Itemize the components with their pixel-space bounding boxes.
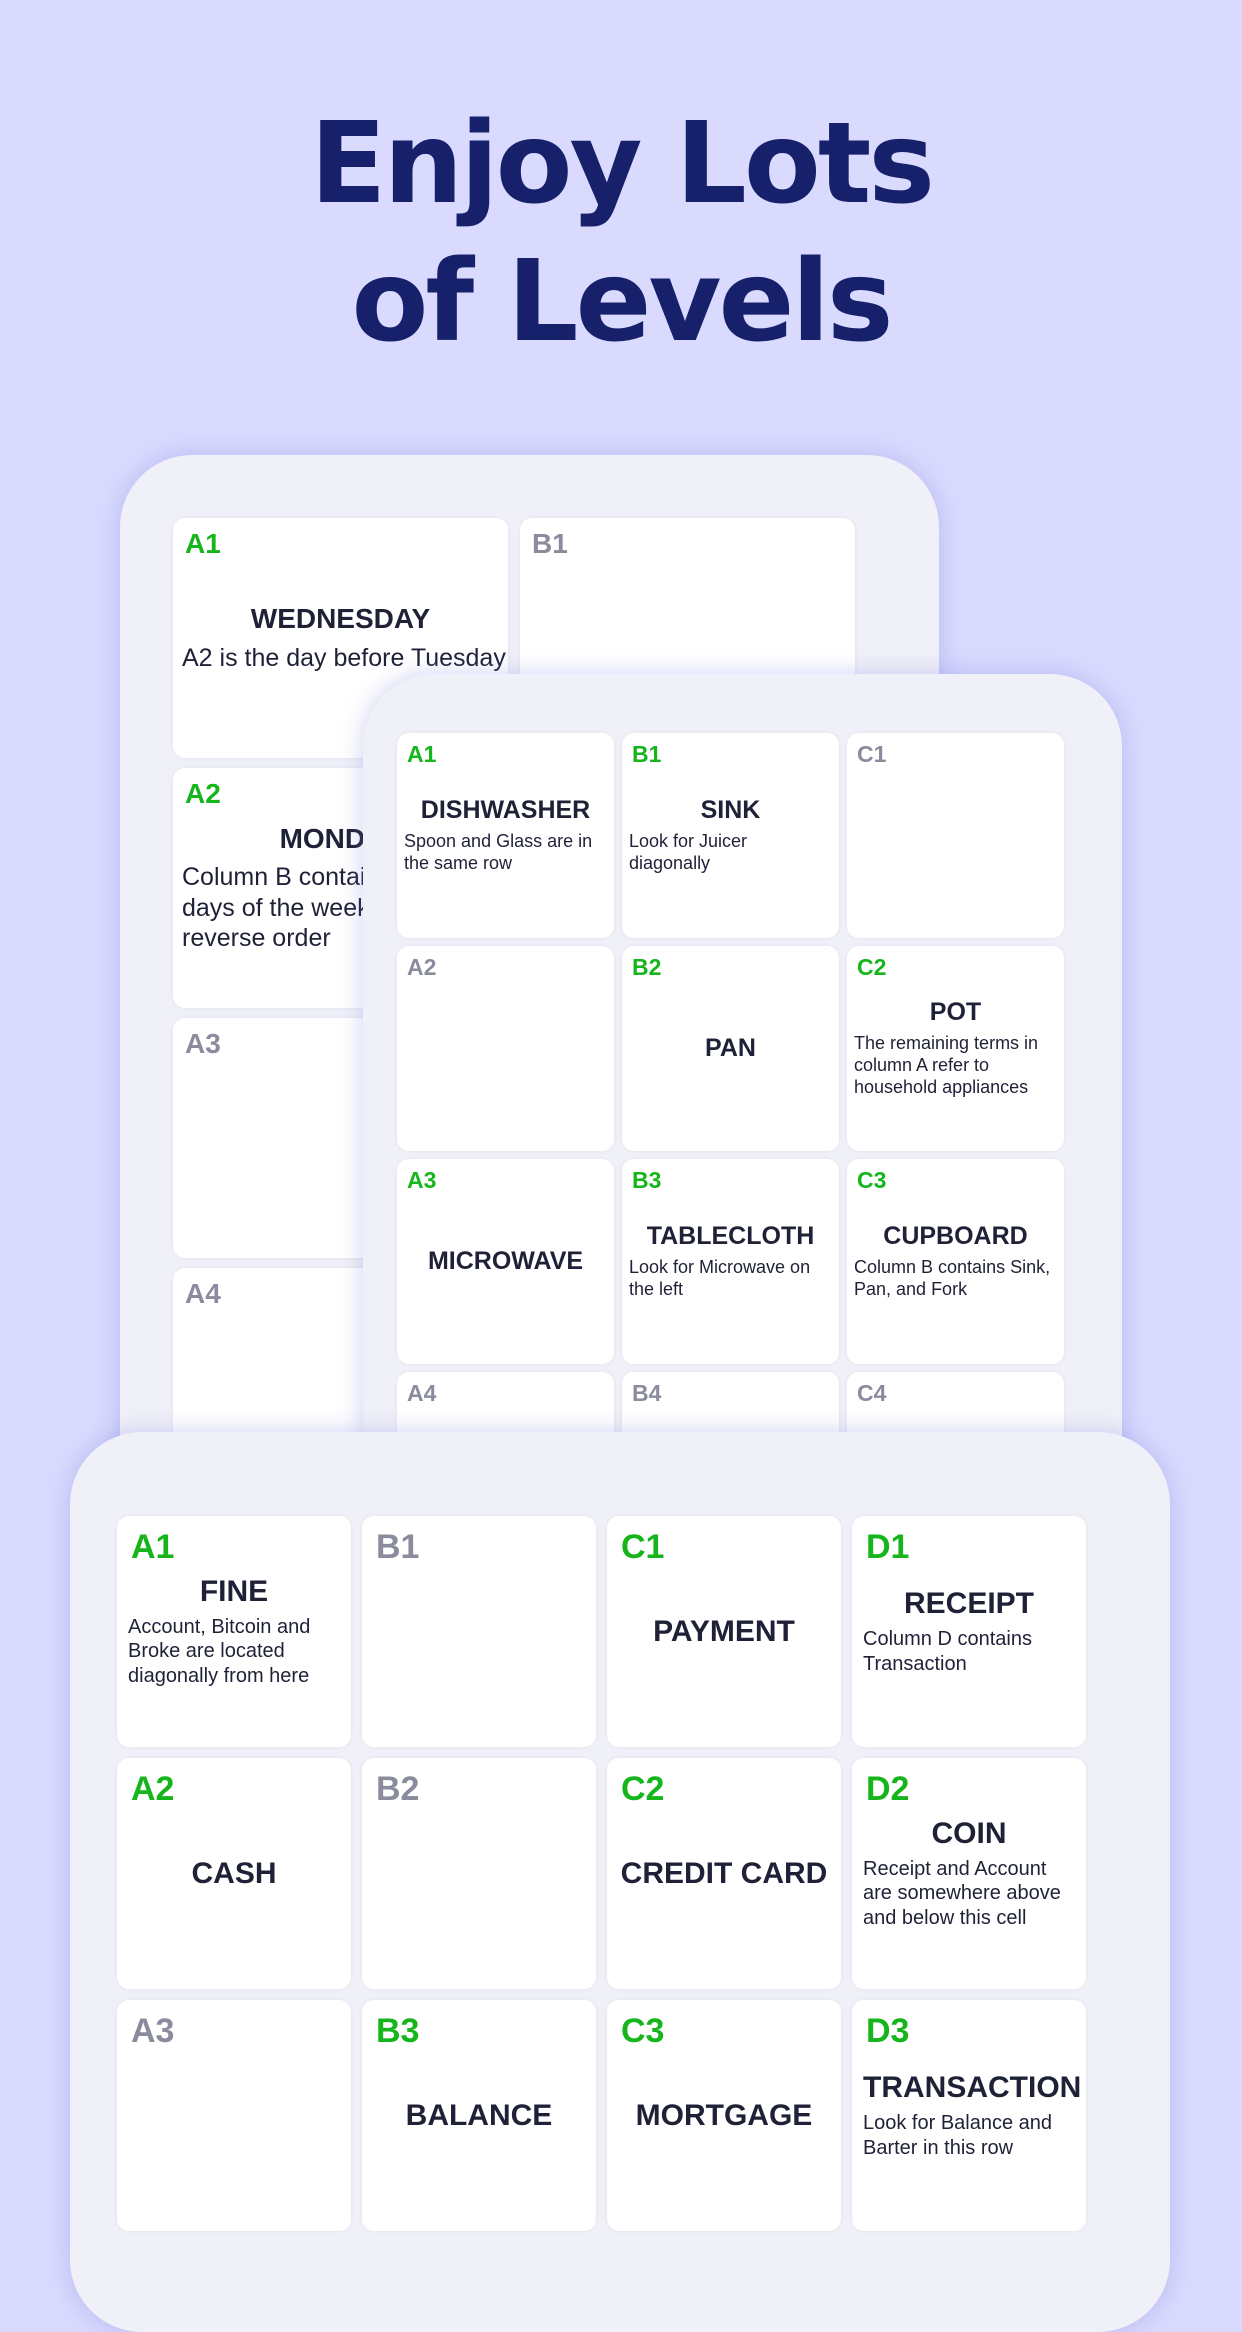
cell-label: A4 — [185, 1278, 221, 1309]
cell-word: DISHWASHER — [420, 796, 591, 825]
cell-clue: Receipt and Account are somewhere above … — [863, 1857, 1061, 1929]
cell-content: COIN Receipt and Account are somewhere ab… — [852, 1758, 1086, 1989]
cell-word: BALANCE — [405, 2098, 553, 2132]
cell-label: B1 — [376, 1528, 420, 1566]
puzzle-front-board: A1 FINE Account, Bitcoin and Broke are loc… — [70, 1432, 1170, 2332]
cell-content: MORTGAGE — [607, 2000, 841, 2231]
grid-cell-a1[interactable]: A1 FINE Account, Bitcoin and Broke are loc… — [117, 1516, 351, 1747]
cell-word: MICROWAVE — [427, 1247, 584, 1275]
cell-content: BALANCE — [362, 2000, 596, 2231]
cell-clue: Spoon and Glass are in the same row — [404, 830, 593, 873]
cell-word: WEDNESDAY — [250, 603, 431, 634]
cell-label: B4 — [632, 1380, 662, 1406]
cell-label: A4 — [407, 1380, 437, 1406]
cell-content: DISHWASHER Spoon and Glass are in the sam… — [397, 733, 614, 938]
grid-cell-c3[interactable]: C3 CUPBOARD Column B contains Sink, Pan, a… — [847, 1159, 1064, 1364]
page-title: Enjoy Lots of Levels — [0, 95, 1242, 371]
cell-word: COIN — [931, 1816, 1007, 1850]
cell-clue: Account, Bitcoin and Broke are located d… — [128, 1615, 311, 1687]
grid-cell-b2[interactable]: B2 PAN — [622, 946, 839, 1151]
grid-cell-a2[interactable]: A2 — [397, 946, 614, 1151]
cell-label: C4 — [857, 1380, 887, 1406]
grid-cell-d3[interactable]: D3 TRANSACTION Look for Balance and Barter… — [852, 2000, 1086, 2231]
cell-word: TABLECLOTH — [646, 1222, 815, 1251]
cell-word: FINE — [199, 1574, 269, 1608]
cell-content: FINE Account, Bitcoin and Broke are locat… — [117, 1516, 351, 1747]
grid-cell-b3[interactable]: B3 TABLECLOTH Look for Microwave on the le… — [622, 1159, 839, 1364]
grid-cell-c1[interactable]: C1 — [847, 733, 1064, 938]
cell-content: POT The remaining terms in column A refer… — [847, 946, 1064, 1151]
cell-word: RECEIPT — [903, 1587, 1035, 1621]
cell-label: B1 — [532, 528, 568, 559]
grid-cell-c2[interactable]: C2 CREDIT CARD — [607, 1758, 841, 1989]
cell-word: PAYMENT — [653, 1614, 795, 1648]
grid-cell-d2[interactable]: D2 COIN Receipt and Account are somewhere … — [852, 1758, 1086, 1989]
grid-cell-c1[interactable]: C1 PAYMENT — [607, 1516, 841, 1747]
cell-content: TABLECLOTH Look for Microwave on the left — [622, 1159, 839, 1364]
cell-word: POT — [929, 998, 982, 1027]
title-line-1: Enjoy Lots — [309, 99, 935, 229]
cell-content: CUPBOARD Column B contains Sink, Pan, and… — [847, 1159, 1064, 1364]
cell-word: CREDIT CARD — [620, 1856, 828, 1890]
grid-cell-b3[interactable]: B3 BALANCE — [362, 2000, 596, 2231]
cell-content: TRANSACTION Look for Balance and Barter i… — [852, 2000, 1086, 2231]
cell-content: CASH — [117, 1758, 351, 1989]
cell-content: CREDIT CARD — [607, 1758, 841, 1989]
grid-cell-a2[interactable]: A2 CASH — [117, 1758, 351, 1989]
grid-cell-b1[interactable]: B1 — [362, 1516, 596, 1747]
cell-clue: The remaining terms in column A refer to… — [854, 1032, 1039, 1097]
cell-clue: Look for Balance and Barter in this row — [863, 2112, 1053, 2159]
cell-word: SINK — [700, 796, 761, 825]
grid-cell-b2[interactable]: B2 — [362, 1758, 596, 1989]
grid-cell-c3[interactable]: C3 MORTGAGE — [607, 2000, 841, 2231]
cell-clue: Look for Microwave on the left — [629, 1256, 811, 1299]
cell-clue: A2 is the day before Tuesday — [182, 643, 506, 672]
cell-word: PAN — [705, 1034, 756, 1062]
cell-label: A3 — [131, 2012, 175, 2050]
cell-clue: Column B contains Sink, Pan, and Fork — [854, 1256, 1051, 1299]
cell-clue: Look for Juicer diagonally — [629, 830, 748, 873]
grid-cell-d1[interactable]: D1 RECEIPT Column D contains Transaction — [852, 1516, 1086, 1747]
cell-content: PAN — [622, 946, 839, 1151]
cell-content: RECEIPT Column D contains Transaction — [852, 1516, 1086, 1747]
grid-cell-c2[interactable]: C2 POT The remaining terms in column A ref… — [847, 946, 1064, 1151]
cell-label: C1 — [857, 741, 887, 767]
grid-cell-a1[interactable]: A1 DISHWASHER Spoon and Glass are in the s… — [397, 733, 614, 938]
cell-word: CUPBOARD — [883, 1222, 1028, 1251]
cell-label: B2 — [376, 1770, 420, 1808]
cell-content: MICROWAVE — [397, 1159, 614, 1364]
cell-clue: Column D contains Transaction — [863, 1628, 1032, 1675]
grid-cell-b1[interactable]: B1 SINK Look for Juicer diagonally — [622, 733, 839, 938]
cell-content: PAYMENT — [607, 1516, 841, 1747]
cell-label: A2 — [407, 954, 437, 980]
cell-word: CASH — [191, 1856, 277, 1890]
cell-word: TRANSACTION — [863, 2071, 1082, 2105]
grid-cell-a3[interactable]: A3 MICROWAVE — [397, 1159, 614, 1364]
grid-cell-a3[interactable]: A3 — [117, 2000, 351, 2231]
cell-label: A3 — [185, 1028, 221, 1059]
cell-content: SINK Look for Juicer diagonally — [622, 733, 839, 938]
cell-word: MORTGAGE — [635, 2098, 813, 2132]
title-line-2: of Levels — [351, 237, 893, 367]
